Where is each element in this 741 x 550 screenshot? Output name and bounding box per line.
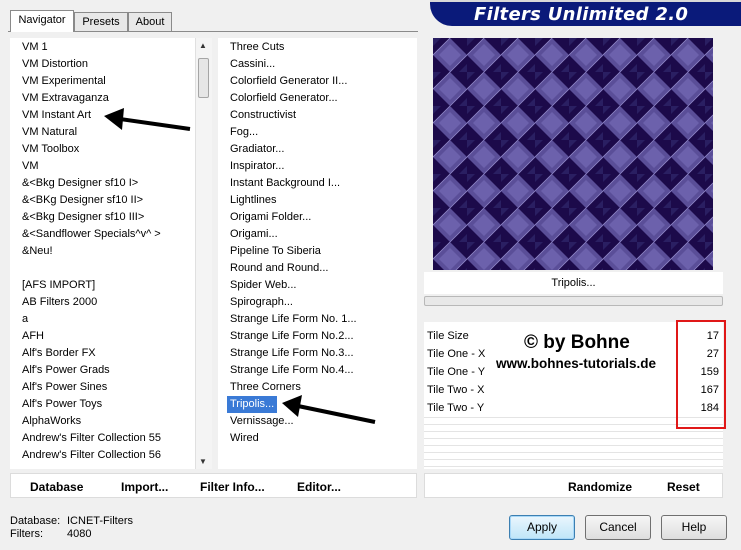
filter-item[interactable]: Three Cuts	[230, 39, 284, 56]
category-item[interactable]: Alf's Power Sines	[22, 379, 107, 396]
filter-item-selected[interactable]: Tripolis...	[227, 396, 278, 413]
category-item[interactable]: AB Filters 2000	[22, 294, 97, 311]
parameter-name: Tile One - X	[427, 348, 486, 360]
filter-item[interactable]: Strange Life Form No.2...	[230, 328, 354, 345]
randomize-button[interactable]: Randomize	[568, 480, 632, 494]
scroll-down-icon[interactable]: ▼	[199, 457, 207, 466]
category-item[interactable]: VM	[22, 158, 39, 175]
filter-item[interactable]: Strange Life Form No. 1...	[230, 311, 357, 328]
editor-button[interactable]: Editor...	[297, 480, 341, 494]
filter-item[interactable]: Spirograph...	[230, 294, 293, 311]
filter-item[interactable]: Instant Background I...	[230, 175, 340, 192]
category-item[interactable]: VM Experimental	[22, 73, 106, 90]
scroll-up-icon[interactable]: ▲	[199, 41, 207, 50]
category-item[interactable]: AFH	[22, 328, 44, 345]
filter-item[interactable]: Origami Folder...	[230, 209, 311, 226]
category-item[interactable]: Andrew's Filter Collection 56	[22, 447, 161, 464]
value-highlight-box	[676, 320, 726, 429]
filter-item[interactable]: Strange Life Form No.3...	[230, 345, 354, 362]
filter-name-display: Tripolis...	[424, 272, 723, 294]
filter-item[interactable]: Round and Round...	[230, 260, 328, 277]
title-banner: Filters Unlimited 2.0	[430, 0, 741, 26]
category-scrollbar[interactable]: ▲ ▼	[195, 38, 212, 469]
filter-item[interactable]: Pipeline To Siberia	[230, 243, 321, 260]
filter-item[interactable]: Wired	[230, 430, 259, 447]
filter-item[interactable]: Lightlines	[230, 192, 276, 209]
left-button-bar: Database Import... Filter Info... Editor…	[10, 473, 417, 498]
filter-item[interactable]: Three Corners	[230, 379, 301, 396]
filter-item[interactable]: Cassini...	[230, 56, 275, 73]
parameter-empty-line	[424, 445, 723, 446]
cancel-button[interactable]: Cancel	[585, 515, 651, 540]
filter-item[interactable]: Strange Life Form No.4...	[230, 362, 354, 379]
filter-item[interactable]: Spider Web...	[230, 277, 296, 294]
tab-navigator[interactable]: Navigator	[10, 10, 74, 32]
category-item[interactable]: [AFS IMPORT]	[22, 277, 95, 294]
database-button[interactable]: Database	[30, 480, 83, 494]
parameter-name: Tile One - Y	[427, 366, 486, 378]
filter-item[interactable]: Inspirator...	[230, 158, 284, 175]
filter-item[interactable]: Fog...	[230, 124, 258, 141]
reset-button[interactable]: Reset	[667, 480, 700, 494]
category-item[interactable]: &<Bkg Designer sf10 III>	[22, 209, 144, 226]
database-status: Database: ICNET-Filters	[10, 515, 133, 527]
help-button[interactable]: Help	[661, 515, 727, 540]
scroll-thumb[interactable]	[198, 58, 209, 98]
apply-button[interactable]: Apply	[509, 515, 575, 540]
filters-label: Filters:	[10, 528, 43, 540]
filter-item[interactable]: Colorfield Generator...	[230, 90, 338, 107]
parameter-empty-line	[424, 452, 723, 453]
parameter-empty-line	[424, 466, 723, 467]
filters-value: 4080	[67, 528, 92, 540]
category-item[interactable]: &<Sandflower Specials^v^ >	[22, 226, 161, 243]
filter-item[interactable]: Origami...	[230, 226, 278, 243]
category-item[interactable]: &<Bkg Designer sf10 I>	[22, 175, 138, 192]
category-item[interactable]: VM Distortion	[22, 56, 88, 73]
filter-item[interactable]: Vernissage...	[230, 413, 294, 430]
category-item[interactable]: a	[22, 311, 28, 328]
watermark-copyright: © by Bohne	[524, 332, 630, 353]
banner-title: Filters Unlimited 2.0	[474, 4, 689, 25]
parameter-name: Tile Two - Y	[427, 402, 485, 414]
parameter-name: Tile Size	[427, 330, 469, 342]
filter-preview	[433, 38, 713, 270]
filter-item[interactable]: Gradiator...	[230, 141, 284, 158]
preview-zoom-slider[interactable]	[424, 296, 723, 306]
parameter-name: Tile Two - X	[427, 384, 485, 396]
filter-item[interactable]: Constructivist	[230, 107, 296, 124]
category-item[interactable]: &Neu!	[22, 243, 53, 260]
parameter-empty-line	[424, 438, 723, 439]
watermark-url: www.bohnes-tutorials.de	[496, 356, 657, 371]
filter-list[interactable]: Three Cuts Cassini... Colorfield Generator…	[218, 38, 417, 469]
argyle-pattern-preview	[433, 38, 713, 270]
category-item[interactable]: VM Extravaganza	[22, 90, 109, 107]
database-value: ICNET-Filters	[67, 515, 133, 527]
filter-info-button[interactable]: Filter Info...	[200, 480, 265, 494]
category-item[interactable]: VM Natural	[22, 124, 77, 141]
filter-item[interactable]: Colorfield Generator II...	[230, 73, 347, 90]
tab-about[interactable]: About	[128, 12, 172, 31]
right-button-bar: Randomize Reset	[424, 473, 723, 498]
tab-presets[interactable]: Presets	[74, 12, 128, 31]
category-item[interactable]: AlphaWorks	[22, 413, 81, 430]
import-button[interactable]: Import...	[121, 480, 168, 494]
filters-status: Filters: 4080	[10, 528, 91, 540]
category-item[interactable]: VM 1	[22, 39, 48, 56]
parameter-empty-line	[424, 431, 723, 432]
category-list[interactable]: VM 1 VM Distortion VM Experimental VM Extra…	[10, 38, 195, 469]
category-item[interactable]: VM Toolbox	[22, 141, 79, 158]
parameter-empty-line	[424, 459, 723, 460]
category-item[interactable]: Alf's Power Toys	[22, 396, 102, 413]
category-item[interactable]: VM Instant Art	[22, 107, 91, 124]
category-item[interactable]: Andrew's Filter Collection 55	[22, 430, 161, 447]
database-label: Database:	[10, 515, 61, 527]
category-item[interactable]: Alf's Power Grads	[22, 362, 110, 379]
category-item[interactable]: Alf's Border FX	[22, 345, 96, 362]
category-item[interactable]: &<BKg Designer sf10 II>	[22, 192, 143, 209]
